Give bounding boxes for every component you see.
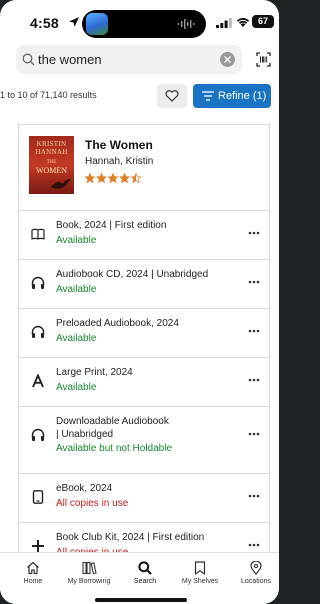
tab-label: My Borrowing xyxy=(67,578,111,585)
format-row[interactable]: Audiobook CD, 2024 | Unabridged Available xyxy=(19,260,269,309)
tab-home[interactable]: Home xyxy=(18,561,48,585)
format-description: Preloaded Audiobook, 2024 xyxy=(56,318,179,329)
large-print-icon xyxy=(32,374,44,388)
cover-text: THE xyxy=(46,160,57,165)
headphones-icon xyxy=(31,276,45,289)
format-description: Audiobook CD, 2024 | Unabridged xyxy=(56,269,209,280)
book-cover[interactable]: KRISTIN HANNAH THE WOMEN xyxy=(29,136,74,194)
more-options-icon[interactable] xyxy=(248,378,260,382)
barcode-scan-icon[interactable] xyxy=(256,52,271,67)
format-row[interactable]: Downloadable Audiobook | Unabridged Availa… xyxy=(19,407,269,474)
clear-search-icon[interactable] xyxy=(220,52,235,67)
more-options-icon[interactable] xyxy=(248,329,260,333)
tab-label: My Shelves xyxy=(181,578,219,585)
headphones-icon xyxy=(31,325,45,338)
status-bar: 4:58 67 xyxy=(0,0,279,46)
heart-icon xyxy=(165,90,179,102)
search-input[interactable]: the women xyxy=(16,45,242,74)
format-status: Available but not Holdable xyxy=(56,443,173,454)
tab-label: Home xyxy=(23,578,43,585)
search-icon xyxy=(22,53,35,66)
star-rating xyxy=(85,172,142,184)
format-row[interactable]: Book, 2024 | First edition Available xyxy=(19,211,269,260)
cover-bird-art xyxy=(51,179,71,189)
format-row[interactable]: Preloaded Audiobook, 2024 Available xyxy=(19,309,269,358)
format-status: Available xyxy=(56,333,97,344)
tab-search[interactable]: Search xyxy=(131,561,159,585)
rating-star xyxy=(95,172,108,184)
book-author: Hannah, Kristin xyxy=(85,156,154,167)
book-title[interactable]: The Women xyxy=(85,138,153,152)
rating-star xyxy=(118,172,131,184)
bookmark-icon xyxy=(194,561,206,575)
home-icon xyxy=(27,561,39,575)
tab-label: Search xyxy=(133,578,157,585)
favorite-search-button[interactable] xyxy=(157,84,187,108)
now-playing-app-icon xyxy=(86,13,108,35)
audio-wave-icon xyxy=(178,19,195,29)
more-options-icon[interactable] xyxy=(248,432,260,436)
cover-text: KRISTIN xyxy=(36,140,67,148)
format-description: eBook, 2024 xyxy=(56,483,113,494)
book-icon xyxy=(31,228,45,240)
cellular-signal-icon xyxy=(216,18,232,28)
headphones-icon xyxy=(31,428,45,441)
format-status: Available xyxy=(56,382,97,393)
tablet-icon xyxy=(32,490,44,504)
tab-my-shelves[interactable]: My Shelves xyxy=(180,561,220,585)
tab-label: Locations xyxy=(241,578,271,585)
rating-star xyxy=(107,172,119,184)
book-header[interactable]: KRISTIN HANNAH THE WOMEN The Women Hanna… xyxy=(19,125,269,211)
format-description: Book, 2024 | First edition xyxy=(56,220,167,231)
cover-text: HANNAH xyxy=(35,148,68,156)
tab-my-borrowing[interactable]: My Borrowing xyxy=(64,561,114,585)
format-description: Downloadable Audiobook xyxy=(56,416,169,427)
filter-icon xyxy=(202,91,214,101)
result-card: KRISTIN HANNAH THE WOMEN The Women Hanna… xyxy=(18,124,270,564)
tab-locations[interactable]: Locations xyxy=(238,561,274,585)
plus-icon xyxy=(32,540,44,552)
rating-star xyxy=(130,172,142,184)
refine-label: Refine (1) xyxy=(218,90,267,102)
format-status: Available xyxy=(56,235,97,246)
more-options-icon[interactable] xyxy=(248,280,260,284)
format-description: Large Print, 2024 xyxy=(56,367,133,378)
format-status: Available xyxy=(56,284,97,295)
books-icon xyxy=(81,561,97,575)
search-query-text: the women xyxy=(38,52,102,67)
rating-star xyxy=(85,172,96,184)
refine-button[interactable]: Refine (1) xyxy=(193,84,271,108)
cover-text: WOMEN xyxy=(35,166,68,175)
more-options-icon[interactable] xyxy=(248,494,260,498)
location-arrow-icon xyxy=(69,17,79,27)
format-status: All copies in use xyxy=(56,498,129,509)
battery-indicator: 67 xyxy=(252,15,274,28)
format-description: Book Club Kit, 2024 | First edition xyxy=(56,532,205,543)
format-row[interactable]: Large Print, 2024 Available xyxy=(19,358,269,407)
more-options-icon[interactable] xyxy=(248,543,260,547)
dynamic-island xyxy=(82,10,206,38)
home-indicator xyxy=(95,598,187,602)
app-screen: 4:58 67 the women 1 to 10 of 71,140 resu… xyxy=(0,0,279,604)
format-description-cont: | Unabridged xyxy=(56,429,114,440)
format-row[interactable]: eBook, 2024 All copies in use xyxy=(19,474,269,523)
tab-bar: Home My Borrowing Search My Shelves Loca… xyxy=(0,552,279,604)
status-time: 4:58 xyxy=(30,15,59,31)
wifi-icon xyxy=(236,18,250,27)
results-count: 1 to 10 of 71,140 results xyxy=(0,90,97,100)
location-pin-icon xyxy=(250,561,262,575)
more-options-icon[interactable] xyxy=(248,231,260,235)
search-icon xyxy=(138,561,152,575)
